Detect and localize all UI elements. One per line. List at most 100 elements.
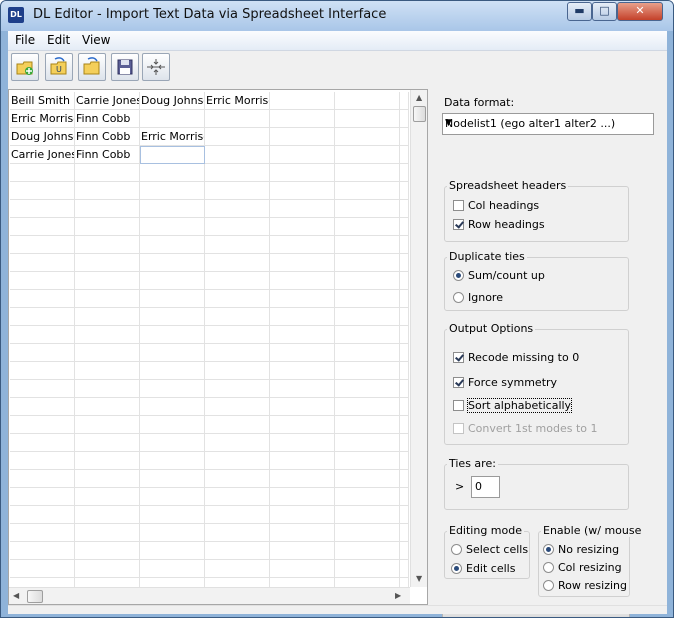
grid-cell[interactable]: [10, 290, 75, 308]
grid-cell[interactable]: Erric Morrison: [10, 110, 75, 128]
grid-cell[interactable]: [335, 416, 400, 434]
grid-cell[interactable]: [335, 326, 400, 344]
grid-cell[interactable]: [10, 452, 75, 470]
edit-cells-radio[interactable]: Edit cells: [451, 562, 515, 575]
grid-cell[interactable]: [140, 542, 205, 560]
scroll-left-icon[interactable]: ◀: [13, 591, 19, 600]
grid-cell[interactable]: [10, 524, 75, 542]
grid-cell[interactable]: [205, 434, 270, 452]
grid-cell[interactable]: [205, 290, 270, 308]
row-resizing-radio[interactable]: Row resizing: [543, 579, 627, 592]
grid-cell[interactable]: [75, 524, 140, 542]
grid-cell[interactable]: [75, 488, 140, 506]
grid-cell[interactable]: [75, 326, 140, 344]
grid-cell[interactable]: [335, 398, 400, 416]
grid-cell[interactable]: [75, 236, 140, 254]
col-headings-checkbox[interactable]: Col headings: [453, 199, 539, 212]
grid-cell[interactable]: [270, 272, 335, 290]
grid-cell[interactable]: [400, 200, 409, 218]
grid-cell[interactable]: [75, 362, 140, 380]
grid-cell[interactable]: [140, 416, 205, 434]
grid-cell[interactable]: [75, 470, 140, 488]
grid-cell[interactable]: [270, 164, 335, 182]
grid-cell[interactable]: [75, 506, 140, 524]
grid-cell[interactable]: [270, 524, 335, 542]
grid-cell[interactable]: [270, 542, 335, 560]
grid-cell[interactable]: [205, 398, 270, 416]
grid-cell[interactable]: [10, 470, 75, 488]
grid-cell[interactable]: [335, 200, 400, 218]
grid-cell[interactable]: [335, 362, 400, 380]
grid-cell[interactable]: [10, 434, 75, 452]
ignore-radio[interactable]: Ignore: [453, 291, 503, 304]
grid-cell[interactable]: [335, 110, 400, 128]
grid-cell[interactable]: [140, 362, 205, 380]
grid-cell[interactable]: [400, 416, 409, 434]
grid-cell[interactable]: [140, 236, 205, 254]
grid-cell[interactable]: [140, 254, 205, 272]
grid-cell[interactable]: [400, 272, 409, 290]
grid-cell[interactable]: [205, 488, 270, 506]
grid-cell[interactable]: [205, 560, 270, 578]
grid-cell[interactable]: [140, 506, 205, 524]
grid-cell[interactable]: [400, 560, 409, 578]
grid-cell[interactable]: [270, 434, 335, 452]
grid-cell[interactable]: [75, 254, 140, 272]
grid-cell[interactable]: [140, 326, 205, 344]
grid-cell[interactable]: [140, 470, 205, 488]
grid-cell[interactable]: [335, 272, 400, 290]
grid-cell[interactable]: [75, 380, 140, 398]
grid-cell[interactable]: [270, 362, 335, 380]
sort-alphabetically-checkbox[interactable]: Sort alphabetically: [453, 398, 573, 413]
grid-cell[interactable]: [10, 416, 75, 434]
grid-cell[interactable]: [205, 380, 270, 398]
grid-cell[interactable]: [270, 128, 335, 146]
grid-cell[interactable]: [270, 416, 335, 434]
grid-cell[interactable]: [400, 542, 409, 560]
grid-cell[interactable]: [205, 236, 270, 254]
grid-cell[interactable]: [400, 362, 409, 380]
convert-modes-checkbox[interactable]: Convert 1st modes to 1: [453, 422, 598, 435]
grid-cell[interactable]: [10, 506, 75, 524]
grid-cell[interactable]: [270, 344, 335, 362]
grid-cell[interactable]: [10, 362, 75, 380]
grid-cell[interactable]: Doug Johnson: [140, 92, 205, 110]
grid-cell[interactable]: [335, 92, 400, 110]
grid-cell[interactable]: [400, 434, 409, 452]
grid-cell[interactable]: [140, 182, 205, 200]
ties-threshold-input[interactable]: 0: [471, 476, 500, 498]
grid-cell[interactable]: [400, 506, 409, 524]
grid-cell[interactable]: [400, 524, 409, 542]
grid-cell[interactable]: [140, 308, 205, 326]
grid-cell[interactable]: [335, 236, 400, 254]
grid-cell[interactable]: Erric Morrison: [140, 128, 205, 146]
grid-cell[interactable]: [270, 488, 335, 506]
grid-cell[interactable]: [335, 128, 400, 146]
grid-cell[interactable]: [140, 200, 205, 218]
grid-cell[interactable]: [10, 326, 75, 344]
compress-button[interactable]: [142, 53, 170, 81]
grid-cell[interactable]: [75, 452, 140, 470]
grid-cell[interactable]: [400, 488, 409, 506]
grid-cell[interactable]: [205, 452, 270, 470]
grid-cell[interactable]: [75, 398, 140, 416]
grid-cell[interactable]: Finn Cobb: [75, 128, 140, 146]
grid-cell[interactable]: [205, 506, 270, 524]
grid-cell[interactable]: [75, 218, 140, 236]
open-folder-button[interactable]: [78, 53, 106, 81]
grid-cell[interactable]: [400, 110, 409, 128]
grid-cell[interactable]: [335, 434, 400, 452]
grid-cell[interactable]: [10, 560, 75, 578]
no-resizing-radio[interactable]: No resizing: [543, 543, 619, 556]
grid-cell[interactable]: [75, 434, 140, 452]
scroll-down-icon[interactable]: ▼: [416, 574, 422, 583]
grid-cell[interactable]: [10, 272, 75, 290]
grid-cell[interactable]: [205, 308, 270, 326]
grid-cell[interactable]: [10, 398, 75, 416]
grid-cell[interactable]: [400, 344, 409, 362]
scroll-right-icon[interactable]: ▶: [395, 591, 401, 600]
grid-cell[interactable]: [270, 254, 335, 272]
grid-cell[interactable]: [75, 416, 140, 434]
grid-cell[interactable]: [75, 290, 140, 308]
grid-cell[interactable]: Carrie Jones: [75, 92, 140, 110]
